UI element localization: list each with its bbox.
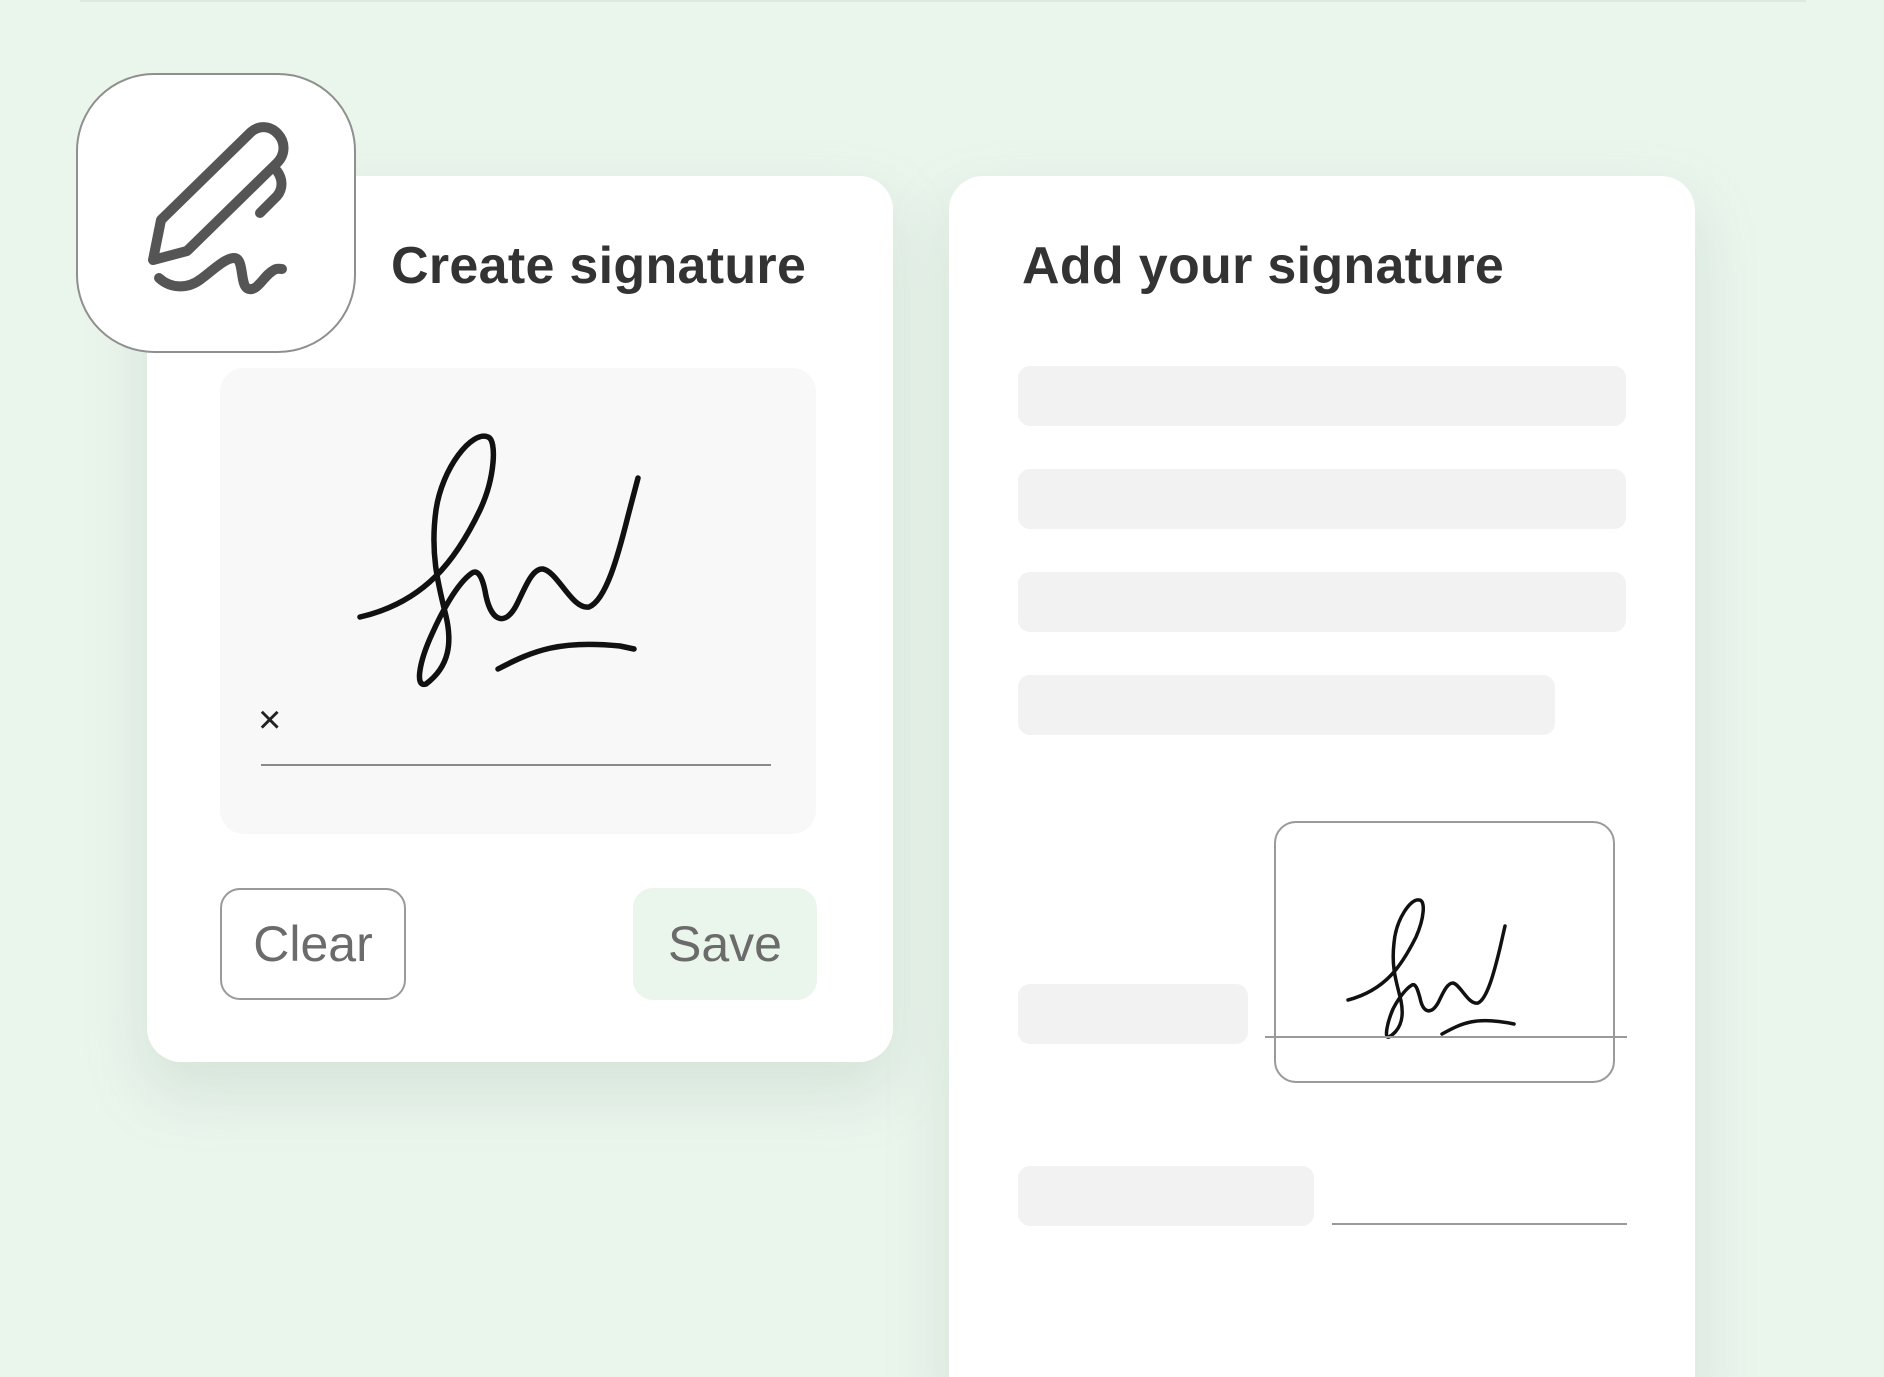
add-signature-card: Add your signature — [949, 176, 1695, 1377]
date-field-line[interactable] — [1332, 1223, 1627, 1225]
add-signature-title: Add your signature — [1022, 237, 1505, 295]
clear-button[interactable]: Clear — [220, 888, 406, 1000]
document-text-placeholder — [1018, 469, 1626, 529]
close-icon[interactable]: × — [258, 700, 281, 740]
top-divider — [80, 0, 1806, 2]
document-text-placeholder — [1018, 675, 1555, 735]
save-button[interactable]: Save — [633, 888, 817, 1000]
pen-signature-icon — [76, 73, 356, 353]
signature-field-baseline — [1265, 1036, 1627, 1038]
signature-label-placeholder — [1018, 984, 1248, 1044]
create-signature-title: Create signature — [391, 237, 807, 295]
page: Create signature × Clear Save Add your s… — [0, 0, 1884, 1377]
date-label-placeholder — [1018, 1166, 1314, 1226]
document-text-placeholder — [1018, 366, 1626, 426]
placed-signature — [1346, 898, 1516, 1039]
signature-baseline — [261, 764, 771, 766]
signature-pad[interactable]: × — [220, 368, 816, 834]
document-text-placeholder — [1018, 572, 1626, 632]
signature-field[interactable] — [1274, 821, 1615, 1083]
